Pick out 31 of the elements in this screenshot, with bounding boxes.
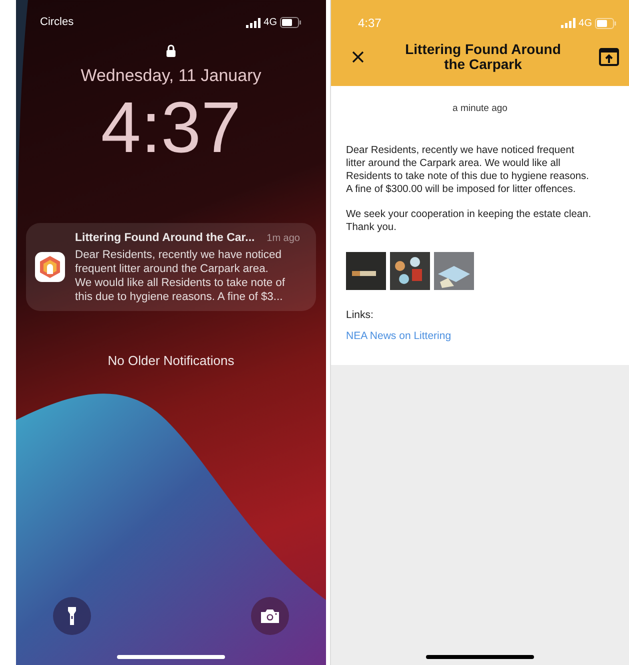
camera-icon — [261, 609, 279, 623]
network-label: 4G — [264, 16, 277, 30]
battery-icon — [595, 18, 617, 28]
photo-thumbnail — [346, 252, 386, 290]
app-icon — [35, 252, 65, 282]
lock-date: Wednesday, 11 January — [80, 67, 262, 84]
page-title: Littering Found Around the Carpark — [404, 42, 562, 72]
battery-icon — [280, 17, 302, 28]
photo-thumbnail — [434, 252, 474, 290]
share-button[interactable] — [597, 45, 621, 69]
notification-body: Dear Residents, recently we have noticed frequent litter around the Carpark area. We would like all Residents to take note of this due to hygiene reasons. A fine of $3... — [75, 248, 286, 304]
signal-icon — [560, 18, 576, 28]
links-label: Links: — [346, 308, 374, 324]
flashlight-icon — [68, 607, 76, 625]
network-label: 4G — [578, 16, 592, 30]
timestamp: a minute ago — [452, 102, 508, 116]
photo-thumbnail — [390, 252, 430, 290]
lock-icon — [166, 44, 176, 57]
carrier-name: Circles — [40, 15, 74, 30]
notification-card[interactable] — [26, 223, 316, 311]
message-paragraph: Dear Residents, recently we have noticed frequent litter around the Carpark area. We would like all Residents to take note of this due to hygiene reasons. A fine of $300.00 will be imposed for litter offences. — [346, 144, 590, 196]
status-time: 4:37 — [358, 15, 382, 32]
notification-title: Littering Found Around the Car... — [75, 231, 255, 246]
close-icon — [352, 51, 364, 63]
lock-time: 4:37 — [100, 92, 242, 164]
link[interactable]: NEA News on Littering — [346, 329, 452, 345]
signal-icon — [246, 18, 261, 28]
message-paragraph: We seek your cooperation in keeping the estate clean. Thank you. — [346, 208, 592, 234]
share-icon — [599, 48, 619, 66]
no-older-notifications: No Older Notifications — [108, 352, 234, 370]
notification-time: 1m ago — [266, 232, 300, 246]
